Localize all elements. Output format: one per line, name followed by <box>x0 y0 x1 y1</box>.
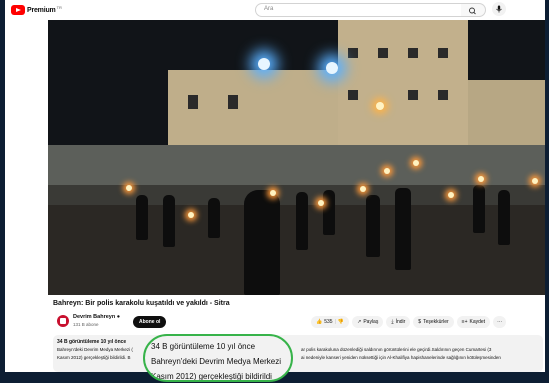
more-actions-button[interactable]: ··· <box>493 316 507 328</box>
download-icon: ⤓ <box>391 319 394 325</box>
description-text: Kasım 2012) gerçekleştiği bildirildi. B <box>57 355 131 360</box>
video-player[interactable] <box>48 20 545 295</box>
top-bar: Premium TR Ara <box>5 0 545 20</box>
share-icon: ↗ <box>357 319 362 325</box>
zoom-description-line: Kasım 2012) gerçekleştiği bildirildi <box>151 372 272 381</box>
zoom-description-line: Bahreyn'deki Devrim Medya Merkezi <box>151 357 282 366</box>
torch-flame <box>532 178 538 184</box>
video-title: Bahreyn: Bir polis karakolu kuşatıldı ve… <box>53 300 230 307</box>
view-stats: 34 B görüntüleme 10 yıl önce <box>57 339 127 345</box>
window <box>408 90 418 100</box>
save-icon: ≡+ <box>461 319 468 325</box>
youtube-logo[interactable]: Premium TR <box>11 5 62 15</box>
perimeter-wall <box>48 145 545 185</box>
subscriber-count: 131 B abone <box>73 322 99 327</box>
search-icon <box>469 7 476 15</box>
subscribe-button[interactable]: Abone ol <box>133 316 167 328</box>
download-button[interactable]: ⤓ İndir <box>386 316 411 328</box>
protester <box>395 188 411 270</box>
window <box>348 90 358 100</box>
thanks-icon: $ <box>418 319 422 325</box>
window <box>408 48 418 58</box>
protester <box>296 192 308 250</box>
download-label: İndir <box>395 319 406 325</box>
action-bar: 👍 535 | 👎 ↗ Paylaş ⤓ İndir $ Teşekkürler… <box>311 316 507 328</box>
torch-flame <box>318 200 324 206</box>
description-text: Bahreyn'deki Devrim Medya Merkezi ( <box>57 347 133 352</box>
window <box>378 48 388 58</box>
torch-flame <box>448 192 454 198</box>
window <box>438 48 448 58</box>
torch-flame <box>360 186 366 192</box>
search-input[interactable]: Ara <box>255 3 462 17</box>
channel-name[interactable]: Devrim Bahreyn ● <box>73 314 120 320</box>
floodlight <box>258 58 270 70</box>
torch-flame <box>188 212 194 218</box>
premium-logo-text: Premium <box>27 6 56 14</box>
like-count: 535 <box>324 319 333 325</box>
youtube-play-icon <box>11 5 25 15</box>
window <box>228 95 238 109</box>
protester <box>208 198 220 238</box>
torch-flame <box>270 190 276 196</box>
window <box>348 48 358 58</box>
street-lamp <box>376 102 384 110</box>
thanks-label: Teşekkürler <box>423 319 449 325</box>
protester <box>163 195 175 247</box>
divider: | <box>334 319 336 325</box>
description-text: ar polis karakoluna düzenlediği saldırın… <box>301 347 492 352</box>
protester <box>136 195 148 240</box>
building-tower <box>338 20 468 150</box>
right-wing <box>468 80 545 150</box>
more-icon: ··· <box>497 319 503 325</box>
window <box>188 95 198 109</box>
channel-name-text: Devrim Bahreyn <box>73 314 116 320</box>
search-placeholder: Ara <box>264 6 274 12</box>
torch-flame <box>384 168 390 174</box>
protester <box>366 195 380 257</box>
share-label: Paylaş <box>363 319 379 325</box>
torch-flame <box>126 185 132 191</box>
logo-country-code: TR <box>56 4 62 10</box>
protester <box>473 185 485 233</box>
youtube-page: Premium TR Ara Bahreyn: Bir polis karako… <box>5 0 545 372</box>
zoom-stats: 34 B görüntüleme 10 yıl önce <box>151 342 256 351</box>
thanks-button[interactable]: $ Teşekkürler <box>413 316 454 328</box>
save-label: Kaydet <box>469 319 486 325</box>
verified-icon: ● <box>116 314 121 320</box>
protester <box>498 190 510 245</box>
thumbs-up-icon: 👍 <box>316 319 323 325</box>
like-button[interactable]: 👍 535 | 👎 <box>311 316 350 328</box>
protester <box>323 190 335 235</box>
share-button[interactable]: ↗ Paylaş <box>352 316 384 328</box>
microphone-icon <box>496 5 502 13</box>
save-button[interactable]: ≡+ Kaydet <box>456 316 491 328</box>
thumbs-down-icon: 👎 <box>337 319 345 325</box>
description-text: ai nedeniyle kanseri yeniden nüksettiği … <box>301 355 501 360</box>
search-button[interactable] <box>461 3 486 17</box>
channel-avatar[interactable] <box>57 315 69 327</box>
torch-flame <box>478 176 484 182</box>
floodlight <box>326 62 338 74</box>
protester <box>244 190 280 295</box>
zoom-callout: 34 B görüntüleme 10 yıl önce Bahreyn'dek… <box>143 334 293 382</box>
torch-flame <box>413 160 419 166</box>
voice-search-button[interactable] <box>492 2 506 16</box>
window <box>438 90 448 100</box>
description-box[interactable] <box>53 335 543 372</box>
